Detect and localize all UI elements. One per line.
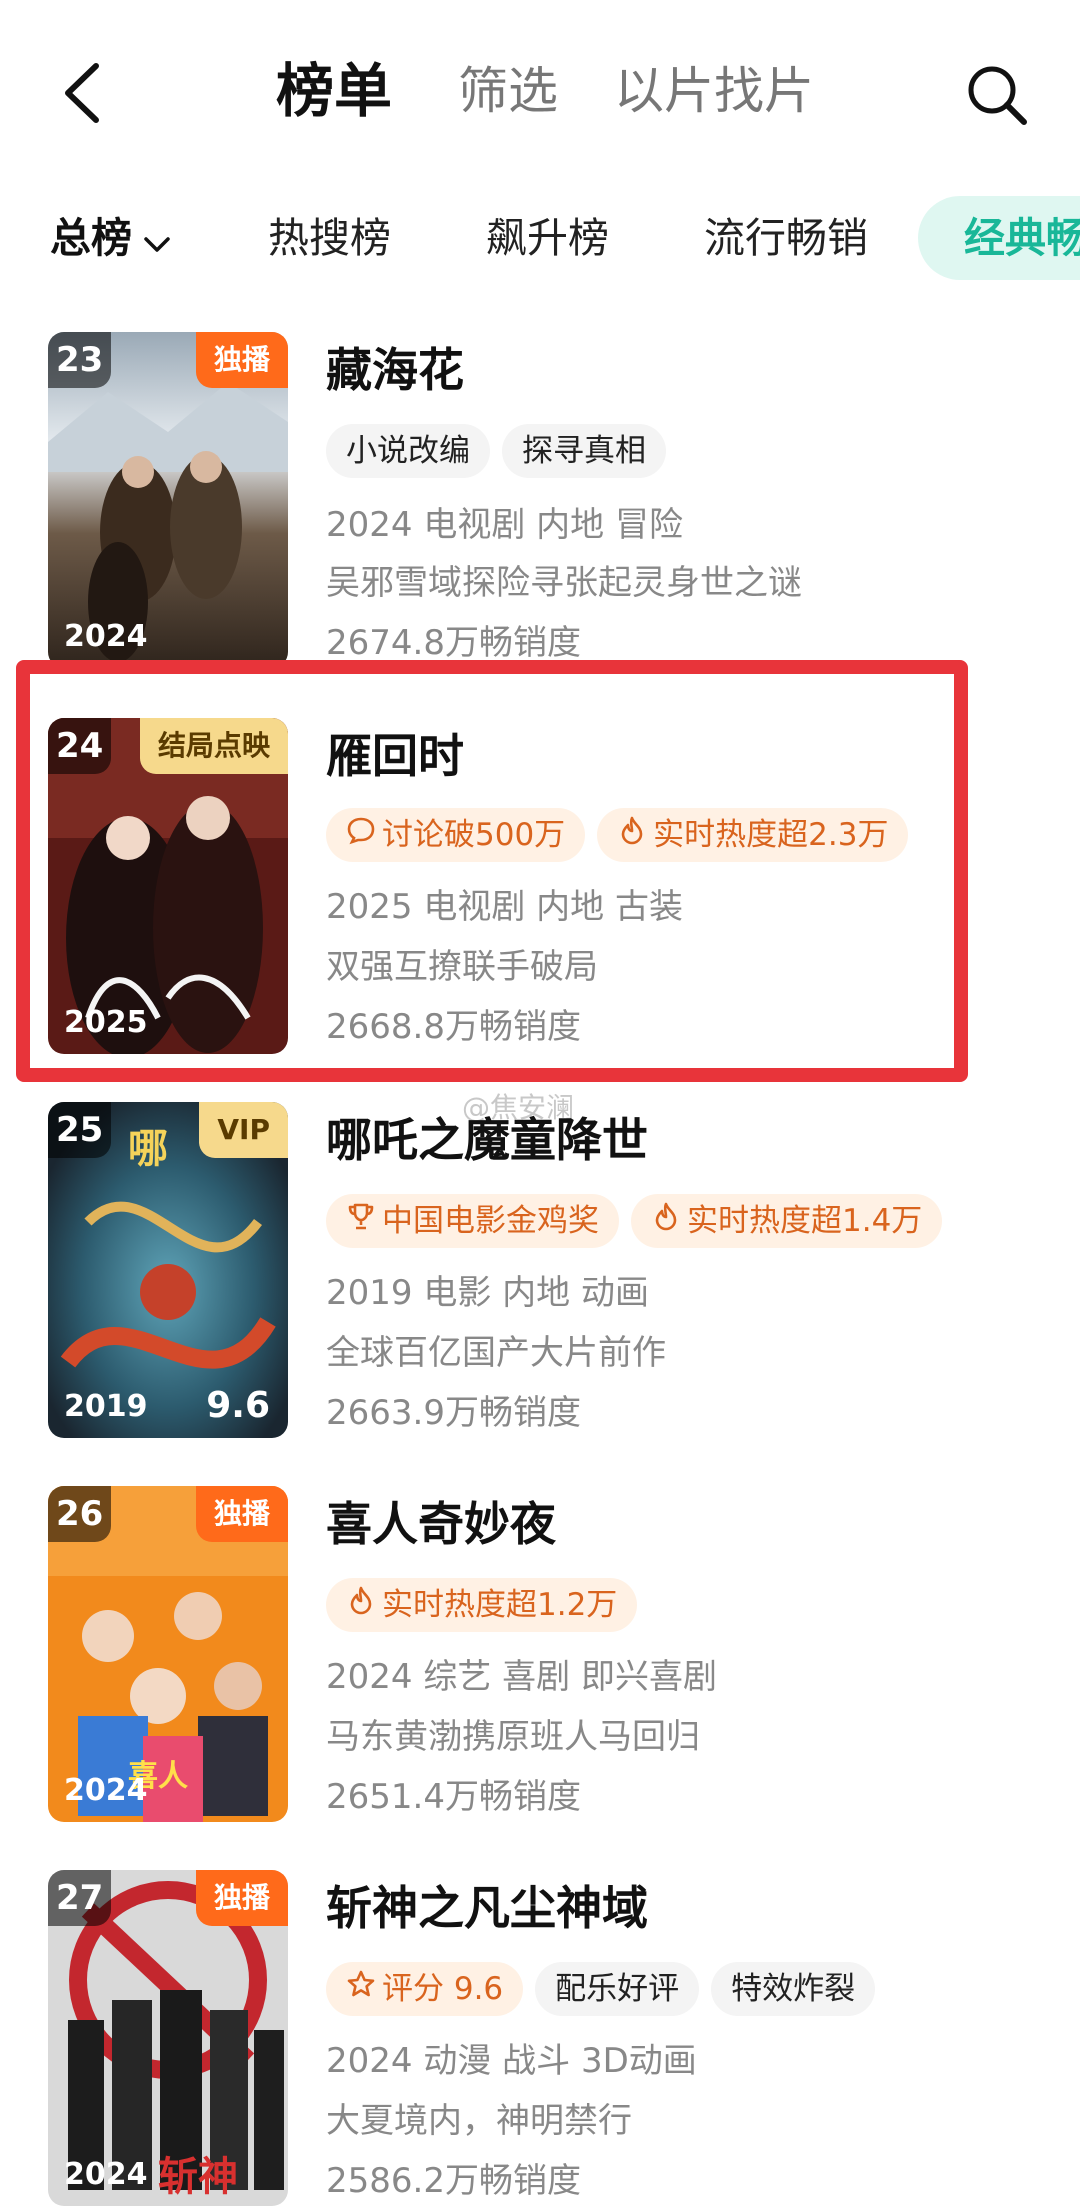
flame-icon <box>651 1194 681 1248</box>
list-item[interactable]: 哪 25 VIP 2019 9.6 哪吒之魔童降世 中国电影金鸡奖 实时热度超1.… <box>0 1100 1080 1460</box>
category-hot-search[interactable]: 热搜榜 <box>268 196 391 280</box>
item-meta: 2019 电影 内地 动画 <box>326 1273 649 1313</box>
poster-year: 2024 <box>64 1773 148 1808</box>
item-title[interactable]: 斩神之凡尘神域 <box>326 1878 648 1938</box>
item-description: 全球百亿国产大片前作 <box>326 1333 666 1373</box>
tag-chip[interactable]: 配乐好评 <box>535 1962 700 2016</box>
svg-text:哪: 哪 <box>128 1126 168 1172</box>
item-sales: 2651.4万畅销度 <box>326 1777 581 1817</box>
chevron-left-icon <box>65 63 99 123</box>
tag-chip[interactable]: 实时热度超1.4万 <box>631 1194 943 1248</box>
item-title[interactable]: 藏海花 <box>326 340 464 400</box>
tab-filter[interactable]: 筛选 <box>458 56 558 126</box>
item-meta: 2024 综艺 喜剧 即兴喜剧 <box>326 1657 717 1697</box>
tag-chip[interactable]: 中国电影金鸡奖 <box>326 1194 619 1248</box>
tag-list: 小说改编 探寻真相 <box>326 424 678 478</box>
rank-badge: 27 <box>48 1870 112 1926</box>
list-item[interactable]: 23 独播 2024 藏海花 小说改编 探寻真相 2024 电视剧 内地 冒险 吴… <box>0 330 1080 690</box>
category-rising[interactable]: 飙升榜 <box>486 196 609 280</box>
svg-text:斩神: 斩神 <box>158 2154 238 2200</box>
tag-list: 中国电影金鸡奖 实时热度超1.4万 <box>326 1194 954 1248</box>
rank-badge: 26 <box>48 1486 112 1542</box>
flame-icon <box>346 1578 376 1632</box>
poster-score: 9.6 <box>206 1385 270 1426</box>
exclusive-badge: 独播 <box>195 1486 288 1542</box>
chevron-down-icon <box>142 199 172 280</box>
star-icon <box>346 1962 376 2016</box>
list-item[interactable]: 斩神 27 独播 2024 斩神之凡尘神域 评分 9.6 配乐好评 特效炸裂 202… <box>0 1868 1080 2206</box>
rank-badge: 25 <box>48 1102 112 1158</box>
poster-year: 2024 <box>64 2157 148 2192</box>
category-classic-bestselling[interactable]: 经典畅 <box>918 196 1080 280</box>
poster-image[interactable]: 23 独播 2024 <box>48 332 288 668</box>
item-description: 吴邪雪域探险寻张起灵身世之谜 <box>326 563 802 603</box>
category-total[interactable]: 总榜 <box>50 196 172 280</box>
trophy-icon <box>346 1194 376 1248</box>
highlight-frame <box>16 660 968 1082</box>
item-sales: 2663.9万畅销度 <box>326 1393 581 1433</box>
vip-badge: VIP <box>199 1102 288 1158</box>
item-description: 马东黄渤携原班人马回归 <box>326 1717 700 1757</box>
back-button[interactable] <box>56 58 112 128</box>
tab-ranking[interactable]: 榜单 <box>276 56 392 126</box>
rank-badge: 23 <box>48 332 112 388</box>
tag-label: 实时热度超1.2万 <box>382 1587 618 1623</box>
item-meta: 2024 电视剧 内地 冒险 <box>326 505 683 545</box>
poster-year: 2024 <box>64 619 148 654</box>
tab-find-by-film[interactable]: 以片找片 <box>614 56 814 126</box>
list-item[interactable]: 喜人 26 独播 2024 喜人奇妙夜 实时热度超1.2万 2024 综艺 喜剧… <box>0 1484 1080 1844</box>
category-label: 总榜 <box>50 214 132 262</box>
tag-chip[interactable]: 小说改编 <box>326 424 490 478</box>
tag-chip[interactable]: 特效炸裂 <box>711 1962 876 2016</box>
tag-label: 实时热度超1.4万 <box>687 1203 923 1239</box>
tag-list: 实时热度超1.2万 <box>326 1578 649 1632</box>
tag-label: 评分 9.6 <box>382 1971 504 2007</box>
tag-label: 中国电影金鸡奖 <box>382 1203 599 1239</box>
item-sales: 2586.2万畅销度 <box>326 2161 581 2201</box>
tag-list: 评分 9.6 配乐好评 特效炸裂 <box>326 1962 887 2016</box>
item-meta: 2024 动漫 战斗 3D动画 <box>326 2041 697 2081</box>
item-description: 大夏境内，神明禁行 <box>326 2101 632 2141</box>
exclusive-badge: 独播 <box>195 1870 288 1926</box>
category-popular-bestselling[interactable]: 流行畅销 <box>704 196 868 280</box>
item-title[interactable]: 喜人奇妙夜 <box>326 1494 556 1554</box>
tag-chip[interactable]: 探寻真相 <box>502 424 666 478</box>
poster-image[interactable]: 喜人 26 独播 2024 <box>48 1486 288 1822</box>
top-nav: 榜单 筛选 以片找片 <box>0 0 1080 180</box>
poster-image[interactable]: 斩神 27 独播 2024 <box>48 1870 288 2206</box>
search-icon <box>968 66 1027 125</box>
item-title[interactable]: 哪吒之魔童降世 <box>326 1110 648 1170</box>
search-button[interactable] <box>962 60 1032 130</box>
poster-year: 2019 <box>64 1389 148 1424</box>
tag-chip[interactable]: 评分 9.6 <box>326 1962 524 2016</box>
category-tabs: 总榜 热搜榜 飙升榜 流行畅销 经典畅 <box>0 196 1080 280</box>
tag-chip[interactable]: 实时热度超1.2万 <box>326 1578 638 1632</box>
exclusive-badge: 独播 <box>195 332 288 388</box>
poster-image[interactable]: 哪 25 VIP 2019 9.6 <box>48 1102 288 1438</box>
